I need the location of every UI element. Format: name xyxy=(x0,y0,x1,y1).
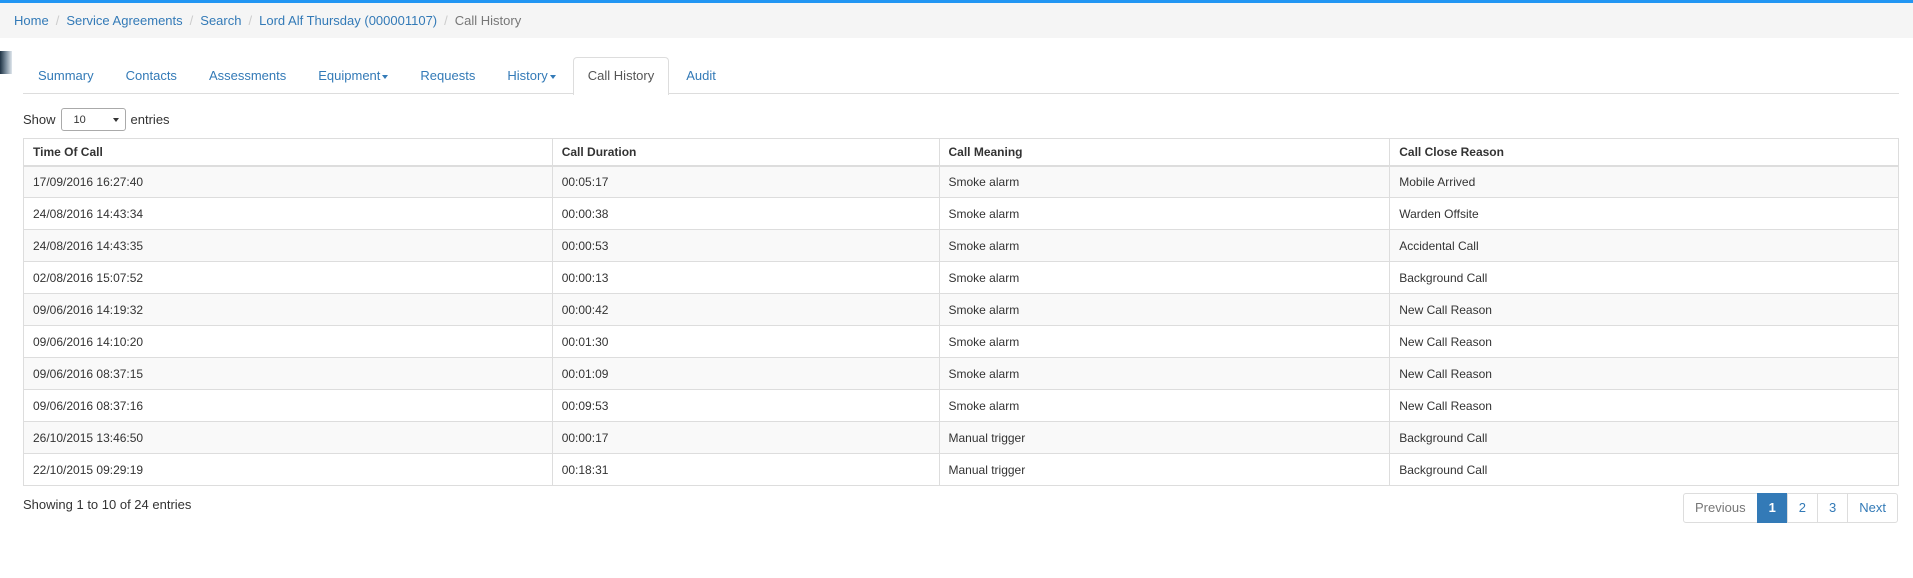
cell-call-close-reason: Warden Offsite xyxy=(1389,197,1899,230)
entries-label: entries xyxy=(130,112,170,127)
caret-down-icon xyxy=(382,74,389,79)
cell-call-meaning: Manual trigger xyxy=(938,453,1391,486)
cell-call-meaning: Smoke alarm xyxy=(938,325,1391,358)
dropdown-arrow-icon xyxy=(112,117,119,122)
table-row[interactable]: 24/08/2016 14:43:34 00:00:38 Smoke alarm Wa… xyxy=(23,197,1899,230)
cell-time-of-call: 26/10/2015 13:46:50 xyxy=(23,421,553,454)
cell-call-duration: 00:00:38 xyxy=(551,197,940,230)
cell-call-close-reason: Accidental Call xyxy=(1389,229,1899,262)
table-row[interactable]: 17/09/2016 16:27:40 00:05:17 Smoke alarm Mo… xyxy=(23,165,1899,198)
cell-call-duration: 00:05:17 xyxy=(551,165,940,198)
table-row[interactable]: 22/10/2015 09:29:19 00:18:31 Manual trigge… xyxy=(23,453,1899,486)
tab-history[interactable]: History xyxy=(492,57,570,94)
cell-time-of-call: 17/09/2016 16:27:40 xyxy=(23,165,553,198)
breadcrumb-separator: / xyxy=(55,13,60,28)
cell-call-close-reason: New Call Reason xyxy=(1389,293,1899,326)
tab-requests[interactable]: Requests xyxy=(405,57,490,94)
tab-label: Audit xyxy=(686,68,716,83)
entries-length-control: Show 10 entries xyxy=(23,108,170,131)
pagination-page-2[interactable]: 2 xyxy=(1786,493,1819,523)
cell-call-close-reason: Background Call xyxy=(1389,261,1899,294)
cell-call-meaning: Manual trigger xyxy=(938,421,1391,454)
cell-call-meaning: Smoke alarm xyxy=(938,197,1391,230)
table-row[interactable]: 09/06/2016 14:10:20 00:01:30 Smoke alarm Ne… xyxy=(23,325,1899,358)
breadcrumb-current: Call History xyxy=(454,13,522,28)
cell-time-of-call: 02/08/2016 15:07:52 xyxy=(23,261,553,294)
cell-call-meaning: Smoke alarm xyxy=(938,165,1391,198)
cell-call-meaning: Smoke alarm xyxy=(938,229,1391,262)
cell-call-close-reason: Mobile Arrived xyxy=(1389,165,1899,198)
tab-contacts[interactable]: Contacts xyxy=(111,57,192,94)
record-tabs: Summary Contacts Assessments Equipment R… xyxy=(23,57,1899,95)
breadcrumb-search[interactable]: Search xyxy=(200,13,241,28)
breadcrumb-separator: / xyxy=(248,13,253,28)
table-row[interactable]: 02/08/2016 15:07:52 00:00:13 Smoke alarm Ba… xyxy=(23,261,1899,294)
cell-call-duration: 00:00:53 xyxy=(551,229,940,262)
breadcrumb-home[interactable]: Home xyxy=(14,13,49,28)
cell-call-duration: 00:00:13 xyxy=(551,261,940,294)
tab-summary[interactable]: Summary xyxy=(23,57,109,94)
caret-down-icon xyxy=(549,74,556,79)
table-info-text: Showing 1 to 10 of 24 entries xyxy=(23,497,192,512)
column-header-time-of-call[interactable]: Time Of Call xyxy=(23,138,553,167)
cell-time-of-call: 09/06/2016 08:37:16 xyxy=(23,389,553,422)
cell-call-duration: 00:18:31 xyxy=(551,453,940,486)
breadcrumb-service-agreements[interactable]: Service Agreements xyxy=(66,13,182,28)
tab-audit[interactable]: Audit xyxy=(671,57,731,94)
cell-call-duration: 00:00:17 xyxy=(551,421,940,454)
breadcrumb: Home / Service Agreements / Search / Lor… xyxy=(0,3,1913,38)
cell-call-duration: 00:09:53 xyxy=(551,389,940,422)
cell-time-of-call: 09/06/2016 14:19:32 xyxy=(23,293,553,326)
cell-call-meaning: Smoke alarm xyxy=(938,293,1391,326)
cell-call-duration: 00:01:30 xyxy=(551,325,940,358)
table-header-row: Time Of Call Call Duration Call Meaning … xyxy=(23,138,1899,167)
cell-call-meaning: Smoke alarm xyxy=(938,389,1391,422)
tab-label: Requests xyxy=(420,68,476,83)
tab-assessments[interactable]: Assessments xyxy=(194,57,301,94)
table-row[interactable]: 09/06/2016 14:19:32 00:00:42 Smoke alarm Ne… xyxy=(23,293,1899,326)
tab-equipment[interactable]: Equipment xyxy=(303,57,403,94)
column-header-call-duration[interactable]: Call Duration xyxy=(551,138,940,167)
show-label: Show xyxy=(23,112,56,127)
table-row[interactable]: 24/08/2016 14:43:35 00:00:53 Smoke alarm Ac… xyxy=(23,229,1899,262)
entries-per-page-value: 10 xyxy=(73,113,86,126)
pagination-page-1[interactable]: 1 xyxy=(1756,493,1788,523)
table-row[interactable]: 09/06/2016 08:37:16 00:09:53 Smoke alarm Ne… xyxy=(23,389,1899,422)
cell-call-meaning: Smoke alarm xyxy=(938,357,1391,390)
column-header-call-meaning[interactable]: Call Meaning xyxy=(938,138,1391,167)
sidebar-toggle-handle[interactable] xyxy=(0,51,12,74)
breadcrumb-separator: / xyxy=(189,13,194,28)
tab-label: Assessments xyxy=(208,68,287,83)
cell-call-meaning: Smoke alarm xyxy=(938,261,1391,294)
cell-time-of-call: 09/06/2016 14:10:20 xyxy=(23,325,553,358)
table-row[interactable]: 09/06/2016 08:37:15 00:01:09 Smoke alarm Ne… xyxy=(23,357,1899,390)
call-history-table: Time Of Call Call Duration Call Meaning … xyxy=(23,138,1899,486)
tab-label: Contacts xyxy=(125,68,177,83)
pagination-next-button[interactable]: Next xyxy=(1847,493,1898,523)
cell-call-close-reason: New Call Reason xyxy=(1389,325,1899,358)
cell-call-close-reason: Background Call xyxy=(1389,453,1899,486)
column-header-call-close-reason[interactable]: Call Close Reason xyxy=(1389,138,1899,167)
cell-call-duration: 00:01:09 xyxy=(551,357,940,390)
cell-call-duration: 00:00:42 xyxy=(551,293,940,326)
pagination-page-3[interactable]: 3 xyxy=(1817,493,1849,523)
tab-label: Call History xyxy=(587,68,655,83)
breadcrumb-client[interactable]: Lord Alf Thursday (000001107) xyxy=(259,13,437,28)
cell-call-close-reason: Background Call xyxy=(1389,421,1899,454)
cell-time-of-call: 24/08/2016 14:43:35 xyxy=(23,229,553,262)
pagination: Previous 1 2 3 Next xyxy=(1682,493,1898,523)
cell-time-of-call: 22/10/2015 09:29:19 xyxy=(23,453,553,486)
cell-time-of-call: 09/06/2016 08:37:15 xyxy=(23,357,553,390)
breadcrumb-separator: / xyxy=(444,13,448,28)
tab-call-history[interactable]: Call History xyxy=(572,57,670,95)
entries-per-page-select[interactable]: 10 xyxy=(60,108,126,131)
tab-label: Summary xyxy=(38,68,94,83)
cell-call-close-reason: New Call Reason xyxy=(1389,357,1899,390)
cell-call-close-reason: New Call Reason xyxy=(1389,389,1899,422)
cell-time-of-call: 24/08/2016 14:43:34 xyxy=(23,197,553,230)
tab-label: History xyxy=(507,68,548,83)
pagination-previous-button[interactable]: Previous xyxy=(1682,493,1758,523)
tab-label: Equipment xyxy=(318,68,381,83)
table-row[interactable]: 26/10/2015 13:46:50 00:00:17 Manual trigge… xyxy=(23,421,1899,454)
